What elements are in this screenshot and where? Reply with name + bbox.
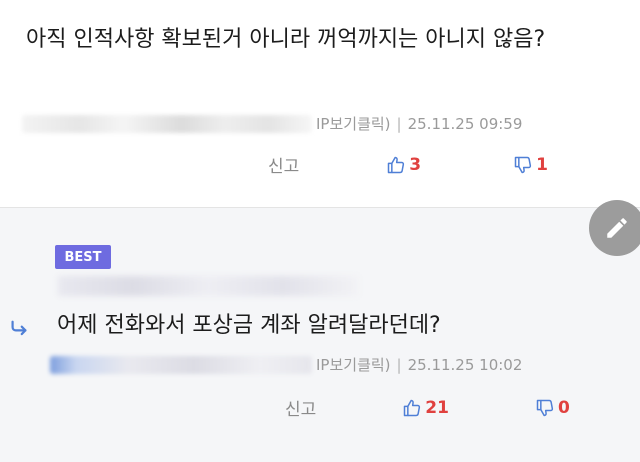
reply-text: 어제 전화와서 포상금 계좌 알려달라던데? xyxy=(57,313,441,338)
thumbs-up-icon xyxy=(404,399,421,416)
upvote-button[interactable]: 3 xyxy=(386,155,421,175)
comment: 아직 인적사항 확보된거 아니라 꺼억까지는 아니지 않음? IP보기클릭) |… xyxy=(0,0,640,207)
best-badge: BEST xyxy=(55,245,111,269)
downvote-button[interactable]: 1 xyxy=(513,155,548,175)
reply-timestamp: 25.11.25 10:02 xyxy=(407,355,523,374)
ip-view-link[interactable]: IP보기클릭) xyxy=(316,113,391,134)
reply-upvote-count: 21 xyxy=(425,397,449,418)
write-comment-button[interactable] xyxy=(589,200,640,256)
reply-actions: 신고 21 0 xyxy=(285,395,570,421)
thumbs-down-icon xyxy=(536,399,554,416)
reply-downvote-count: 0 xyxy=(557,397,570,418)
thumbs-down-icon xyxy=(514,156,532,173)
reply-author-name-redacted xyxy=(50,355,312,374)
report-button[interactable]: 신고 xyxy=(268,152,299,177)
reply-upvote-button[interactable]: 21 xyxy=(402,398,449,418)
comment-actions: 신고 3 1 xyxy=(268,152,548,178)
pencil-icon xyxy=(607,218,627,238)
reply-ip-view-link[interactable]: IP보기클릭) xyxy=(316,354,391,375)
reply-arrow-icon xyxy=(11,320,27,336)
comment-text: 아직 인적사항 확보된거 아니라 꺼억까지는 아니지 않음? xyxy=(26,27,546,52)
reply-meta-separator: | xyxy=(396,355,402,374)
comment-timestamp: 25.11.25 09:59 xyxy=(407,114,523,133)
upvote-count: 3 xyxy=(409,154,422,175)
thumbs-up-icon xyxy=(388,156,405,173)
reply-author-redacted xyxy=(58,276,358,296)
downvote-count: 1 xyxy=(536,154,548,175)
reply-meta: IP보기클릭) | 25.11.25 10:02 xyxy=(50,354,522,375)
reply-report-button[interactable]: 신고 xyxy=(285,395,316,420)
comment-meta: IP보기클릭) | 25.11.25 09:59 xyxy=(22,113,522,134)
author-name-redacted xyxy=(22,114,312,133)
meta-separator: | xyxy=(396,114,402,133)
reply-downvote-button[interactable]: 0 xyxy=(535,398,570,418)
